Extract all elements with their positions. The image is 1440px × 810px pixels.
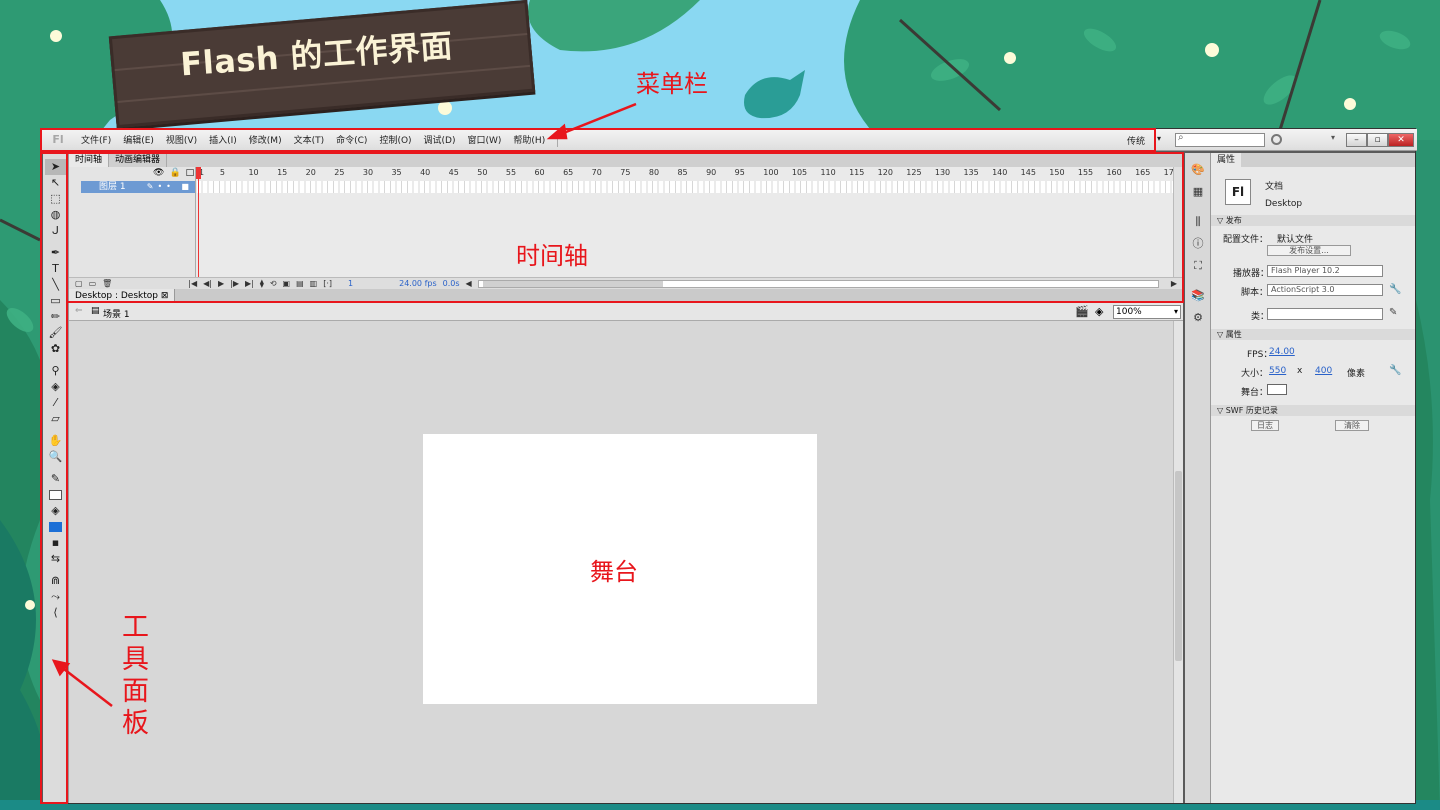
- maximize-button[interactable]: ▫: [1367, 133, 1388, 147]
- log-button[interactable]: 日志: [1251, 420, 1279, 431]
- label-stage: 舞台: [590, 558, 638, 586]
- timeline-highlight: [66, 152, 1184, 303]
- edit-symbol-icon[interactable]: ◈: [1095, 305, 1103, 318]
- profile-label: 配置文件：: [1223, 235, 1269, 245]
- back-arrow-icon[interactable]: ⇐: [75, 306, 83, 316]
- label-timeline: 时间轴: [516, 242, 588, 270]
- transform-panel-icon[interactable]: ⛶: [1185, 255, 1211, 277]
- swatches-panel-icon[interactable]: ▦: [1185, 181, 1211, 203]
- properties-tab-bar: 属性: [1211, 153, 1415, 167]
- chevron-down-icon: ▾: [1173, 307, 1178, 316]
- label-tools: 工具面板: [122, 612, 149, 739]
- components-panel-icon[interactable]: ⚙: [1185, 307, 1211, 329]
- width-value[interactable]: 550: [1269, 366, 1286, 376]
- script-label: 脚本：: [1241, 288, 1269, 298]
- player-label: 播放器：: [1233, 269, 1270, 279]
- size-separator: x: [1297, 366, 1303, 376]
- height-value[interactable]: 400: [1315, 366, 1332, 376]
- class-input[interactable]: [1267, 308, 1383, 320]
- publish-settings-button[interactable]: 发布设置...: [1267, 245, 1351, 256]
- cs-live-icon[interactable]: [1271, 134, 1282, 145]
- stage-color-label: 舞台：: [1241, 388, 1269, 398]
- swf-history-section-header[interactable]: ▽ SWF 历史记录: [1211, 405, 1415, 416]
- align-panel-icon[interactable]: ⫼: [1185, 211, 1211, 233]
- document-name: Desktop: [1265, 199, 1303, 209]
- stage-color-swatch[interactable]: [1267, 384, 1287, 395]
- search-icon: ⌕: [1178, 132, 1184, 143]
- help-search-input[interactable]: [1175, 133, 1265, 147]
- library-panel-icon[interactable]: 📚: [1185, 285, 1211, 307]
- stage-scrollbar[interactable]: [1173, 321, 1183, 803]
- color-panel-icon[interactable]: 🎨: [1185, 159, 1211, 181]
- document-icon: Fl: [1225, 179, 1251, 205]
- fps-value[interactable]: 24.00: [1269, 347, 1295, 357]
- player-select[interactable]: Flash Player 10.2: [1267, 265, 1383, 277]
- wrench-icon[interactable]: 🔧: [1389, 284, 1401, 295]
- profile-value: 默认文件: [1277, 235, 1314, 245]
- edit-bar: ⇐ ▤ 场景 1 🎬 ◈ 100% ▾: [69, 303, 1183, 321]
- publish-section-header[interactable]: ▽ 发布: [1211, 215, 1415, 226]
- document-type: 文档: [1265, 182, 1284, 192]
- chevron-down-icon[interactable]: ▾: [1331, 133, 1335, 142]
- info-panel-icon[interactable]: ⓘ: [1185, 233, 1211, 255]
- chevron-down-icon[interactable]: ▾: [1157, 134, 1161, 143]
- tab-properties[interactable]: 属性: [1211, 153, 1242, 167]
- zoom-select[interactable]: 100% ▾: [1113, 305, 1181, 319]
- minimize-button[interactable]: –: [1346, 133, 1367, 147]
- clear-button[interactable]: 清除: [1335, 420, 1369, 431]
- tools-highlight: [40, 152, 68, 804]
- wrench-icon[interactable]: 🔧: [1389, 365, 1401, 376]
- script-select[interactable]: ActionScript 3.0: [1267, 284, 1383, 296]
- panel-icon-strip: 🎨 ▦ ⫼ ⓘ ⛶ 📚 ⚙: [1185, 153, 1211, 803]
- scene-name: 场景 1: [103, 310, 130, 320]
- size-unit: 像素: [1347, 369, 1366, 379]
- properties-panel: 属性 Fl 文档 Desktop ▽ 发布 配置文件： 默认文件 发布设置...…: [1211, 153, 1415, 803]
- size-label: 大小：: [1241, 369, 1269, 379]
- label-menubar: 菜单栏: [636, 70, 708, 98]
- close-button[interactable]: ✕: [1388, 133, 1414, 147]
- edit-scene-icon[interactable]: 🎬: [1075, 305, 1089, 318]
- properties-section-header[interactable]: ▽ 属性: [1211, 329, 1415, 340]
- menubar-highlight: [40, 128, 1156, 152]
- scene-icon: ▤: [91, 306, 100, 316]
- pencil-icon[interactable]: ✎: [1389, 307, 1397, 318]
